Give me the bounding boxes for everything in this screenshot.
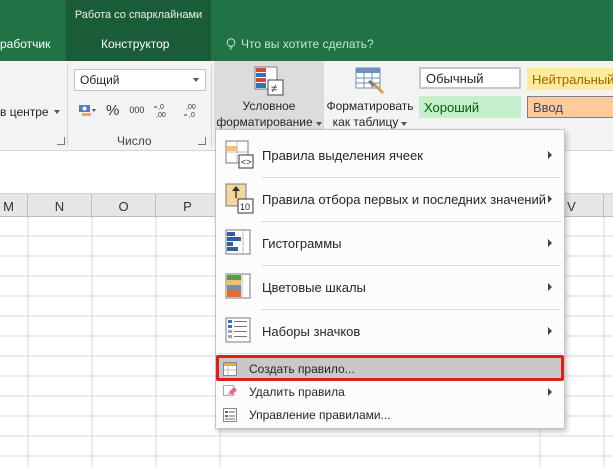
increase-decimal-icon[interactable]: ,0 ,00 — [154, 101, 174, 119]
conditional-formatting-label: Условное — [242, 99, 296, 113]
chevron-down-icon — [193, 78, 199, 82]
menu-item-label: Управление правилами... — [249, 408, 391, 422]
format-as-table-icon[interactable] — [354, 66, 386, 96]
column-header[interactable]: N — [28, 194, 92, 218]
tell-me-label: Что вы хотите сделать? — [241, 37, 374, 51]
column-header[interactable]: P — [156, 194, 220, 218]
currency-format-button[interactable] — [78, 103, 96, 117]
menu-item-label: Гистограммы — [262, 235, 342, 251]
clear-rules-icon — [223, 385, 237, 397]
number-group-label: Число — [117, 134, 152, 148]
highlight-cells-rules-icon: <> — [225, 140, 254, 169]
menu-item-icon-sets[interactable]: Наборы значков — [216, 312, 564, 350]
svg-text:,00: ,00 — [156, 112, 166, 119]
submenu-arrow-icon — [548, 239, 552, 247]
submenu-arrow-icon — [548, 151, 552, 159]
group-divider — [211, 65, 212, 147]
menu-divider — [218, 353, 562, 354]
submenu-arrow-icon — [548, 388, 552, 396]
svg-text:<>: <> — [241, 157, 252, 167]
column-header[interactable]: M — [0, 194, 28, 218]
color-scales-icon — [225, 273, 251, 299]
tab-developer[interactable]: работчик — [0, 37, 50, 51]
style-good[interactable]: Хороший — [419, 96, 521, 118]
svg-text:,0: ,0 — [158, 104, 164, 111]
menu-item-color-scales[interactable]: Цветовые шкалы — [216, 268, 564, 306]
data-bars-icon — [225, 229, 251, 255]
lightbulb-icon — [226, 37, 236, 49]
menu-divider — [261, 265, 561, 266]
format-as-table-label-2: как таблицу — [322, 115, 418, 129]
svg-text:,0: ,0 — [189, 112, 195, 119]
format-as-table-label: Форматировать — [326, 99, 414, 113]
style-normal[interactable]: Обычный — [419, 67, 521, 89]
conditional-formatting-menu: <> Правила выделения ячеек 10 Правила от… — [215, 129, 565, 429]
menu-item-highlight-cells-rules[interactable]: <> Правила выделения ячеек — [216, 136, 564, 174]
menu-item-label: Цветовые шкалы — [262, 279, 366, 295]
number-format-buttons: % 000 ,0 ,00 ,00 ,0 — [78, 101, 204, 119]
menu-divider — [261, 221, 561, 222]
menu-item-top-bottom-rules[interactable]: 10 Правила отбора первых и последних зна… — [216, 180, 564, 218]
menu-divider — [261, 309, 561, 310]
context-group-title: Работа со спарклайнами — [74, 9, 203, 21]
submenu-arrow-icon — [548, 195, 552, 203]
number-dialog-launcher[interactable] — [198, 137, 206, 145]
number-format-select[interactable]: Общий — [74, 69, 206, 91]
submenu-arrow-icon — [548, 283, 552, 291]
style-input[interactable]: Ввод — [527, 96, 613, 118]
menu-item-clear-rules[interactable]: Удалить правила — [216, 381, 564, 403]
manage-rules-icon — [223, 408, 237, 422]
menu-item-manage-rules[interactable]: Управление правилами... — [216, 404, 564, 426]
top-bottom-rules-icon: 10 — [225, 183, 254, 214]
conditional-formatting-icon: ≠ — [254, 66, 284, 96]
merge-center-label: в центре — [0, 105, 49, 119]
svg-text:,00: ,00 — [186, 104, 196, 111]
sparkline-tools-context-group: Работа со спарклайнами — [66, 0, 211, 61]
merge-center-button[interactable]: в центре — [0, 105, 60, 119]
chevron-down-icon — [401, 122, 408, 126]
menu-item-label: Правила выделения ячеек — [262, 147, 423, 163]
style-neutral[interactable]: Нейтральный — [527, 68, 613, 90]
column-header[interactable]: O — [92, 194, 156, 218]
decrease-decimal-icon[interactable]: ,00 ,0 — [184, 101, 204, 119]
chevron-down-icon — [53, 110, 60, 114]
menu-item-data-bars[interactable]: Гистограммы — [216, 224, 564, 262]
alignment-dialog-launcher[interactable] — [57, 137, 65, 145]
highlight-annotation-box — [216, 355, 564, 381]
chevron-down-icon — [315, 122, 322, 126]
conditional-formatting-label-2: форматирование — [214, 115, 324, 129]
ribbon-tab-bar: Работа со спарклайнами работчик Конструк… — [0, 0, 613, 61]
group-divider — [67, 65, 68, 147]
tell-me-search[interactable]: Что вы хотите сделать? — [226, 37, 374, 51]
svg-text:≠: ≠ — [271, 83, 277, 95]
currency-icon — [79, 105, 96, 116]
icon-sets-icon — [225, 317, 251, 343]
thousands-separator-button[interactable]: 000 — [129, 105, 144, 115]
menu-item-label: Удалить правила — [249, 385, 345, 399]
svg-text:10: 10 — [240, 202, 250, 212]
menu-divider — [261, 177, 561, 178]
tab-constructor[interactable]: Конструктор — [101, 37, 169, 51]
submenu-arrow-icon — [548, 327, 552, 335]
menu-item-label: Правила отбора первых и последних значен… — [262, 191, 547, 207]
menu-item-label: Наборы значков — [262, 323, 361, 339]
number-format-value: Общий — [80, 73, 120, 87]
percent-button[interactable]: % — [106, 102, 119, 119]
